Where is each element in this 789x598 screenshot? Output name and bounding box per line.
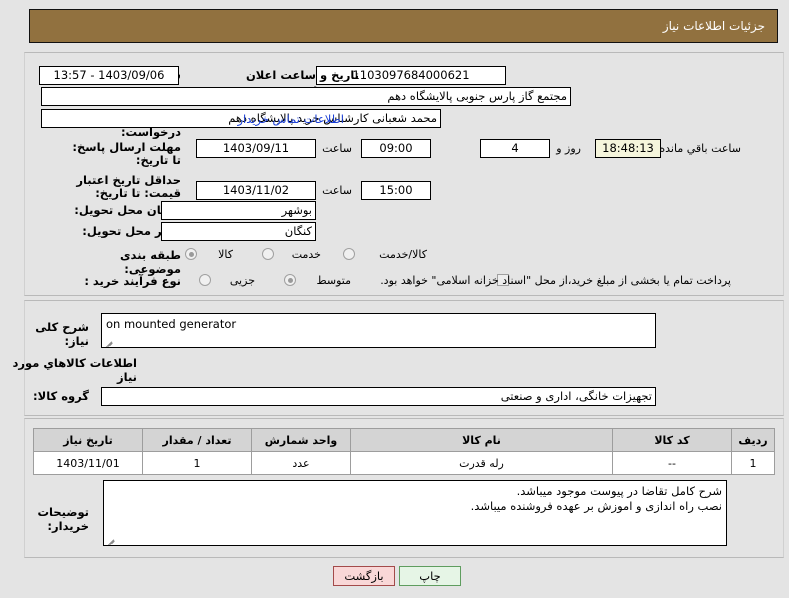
purchase-option-motavaset[interactable]: متوسط <box>316 274 351 287</box>
price-validity-label: حداقل تاریخ اعتبار قیمت: تا تاریخ: <box>76 173 181 200</box>
window-title-bar: جزئیات اطلاعات نیاز <box>29 9 778 43</box>
resize-grip-icon[interactable] <box>106 534 116 545</box>
table-row: 1 -- رله قدرت عدد 1 1403/11/01 <box>33 451 775 475</box>
description-value: on mounted generator <box>106 317 237 331</box>
subject-class-label: طبقه بندی موضوعی: <box>120 248 181 276</box>
col-qty: تعداد / مقدار <box>142 428 252 452</box>
table-header-row: ردیف کد کالا نام کالا واحد شمارش تعداد /… <box>33 428 775 452</box>
subject-radio-kala[interactable] <box>185 248 197 260</box>
remaining-days-label: روز و <box>556 142 581 155</box>
city-value: کنگان <box>161 222 316 241</box>
cell-needdate: 1403/11/01 <box>33 451 143 475</box>
page-title: جزئیات اطلاعات نیاز <box>662 19 765 33</box>
buyer-contact-link[interactable]: اطلاعات تماس خریدار <box>237 112 344 126</box>
response-deadline-date: 1403/09/11 <box>196 139 316 158</box>
price-validity-date: 1403/11/02 <box>196 181 316 200</box>
response-deadline-hour-label: ساعت <box>322 142 352 155</box>
goods-group-value: تجهیزات خانگی، اداری و صنعتی <box>101 387 656 406</box>
buyer-notes-label: توضیحات خریدار: <box>37 505 90 533</box>
subject-radio-khedmat[interactable] <box>262 248 274 260</box>
col-name: نام کالا <box>350 428 613 452</box>
purchase-option-jozee[interactable]: جزیی <box>230 274 255 287</box>
description-label: شرح کلی نیاز: <box>35 320 89 348</box>
subject-option-kala[interactable]: کالا <box>218 248 233 261</box>
announce-datetime-value: 1403/09/06 - 13:57 <box>39 66 179 85</box>
col-unit: واحد شمارش <box>251 428 351 452</box>
goods-table: ردیف کد کالا نام کالا واحد شمارش تعداد /… <box>33 428 775 475</box>
description-textarea[interactable]: on mounted generator <box>101 313 656 348</box>
subject-option-kala-khedmat[interactable]: کالا/خدمت <box>379 248 427 261</box>
col-row: ردیف <box>731 428 775 452</box>
cell-unit: عدد <box>251 451 351 475</box>
buyer-org-value: مجتمع گاز پارس جنوبی پالایشگاه دهم <box>41 87 571 106</box>
province-value: بوشهر <box>161 201 316 220</box>
purchase-radio-jozee[interactable] <box>199 274 211 286</box>
resize-grip-icon[interactable] <box>104 336 114 347</box>
response-deadline-time: 09:00 <box>361 139 431 158</box>
goods-section-title: اطلاعات کالاهاي مورد نیاز <box>12 356 138 384</box>
print-button[interactable]: چاپ <box>399 566 461 586</box>
cell-code: -- <box>612 451 732 475</box>
subject-radio-kala-khedmat[interactable] <box>343 248 355 260</box>
treasury-note: پرداخت تمام یا بخشی از مبلغ خرید،از محل … <box>380 274 731 287</box>
col-code: کد کالا <box>612 428 732 452</box>
buyer-notes-textarea[interactable]: شرح کامل تقاضا در پیوست موجود میباشد. نص… <box>103 480 727 546</box>
remaining-clock-value: 18:48:13 <box>595 139 661 158</box>
cell-row: 1 <box>731 451 775 475</box>
purchase-type-label: نوع فرآیند خرید : <box>84 274 181 288</box>
back-button[interactable]: بازگشت <box>333 566 395 586</box>
buyer-notes-line1: شرح کامل تقاضا در پیوست موجود میباشد. <box>516 484 722 498</box>
remaining-days-value: 4 <box>480 139 550 158</box>
cell-name: رله قدرت <box>350 451 613 475</box>
subject-option-khedmat[interactable]: خدمت <box>292 248 321 261</box>
page-root: AriaTender.net جزئیات اطلاعات نیاز شماره… <box>0 0 789 598</box>
price-validity-hour-label: ساعت <box>322 184 352 197</box>
goods-group-label: گروه کالا: <box>33 389 89 403</box>
price-validity-time: 15:00 <box>361 181 431 200</box>
buyer-notes-line2: نصب راه اندازی و اموزش بر عهده فروشنده م… <box>470 499 722 513</box>
col-needdate: تاریخ نیاز <box>33 428 143 452</box>
purchase-radio-motavaset[interactable] <box>284 274 296 286</box>
cell-qty: 1 <box>142 451 252 475</box>
remaining-clock-label: ساعت باقي مانده <box>659 142 741 155</box>
response-deadline-label: مهلت ارسال پاسخ: تا تاریخ: <box>72 140 181 167</box>
